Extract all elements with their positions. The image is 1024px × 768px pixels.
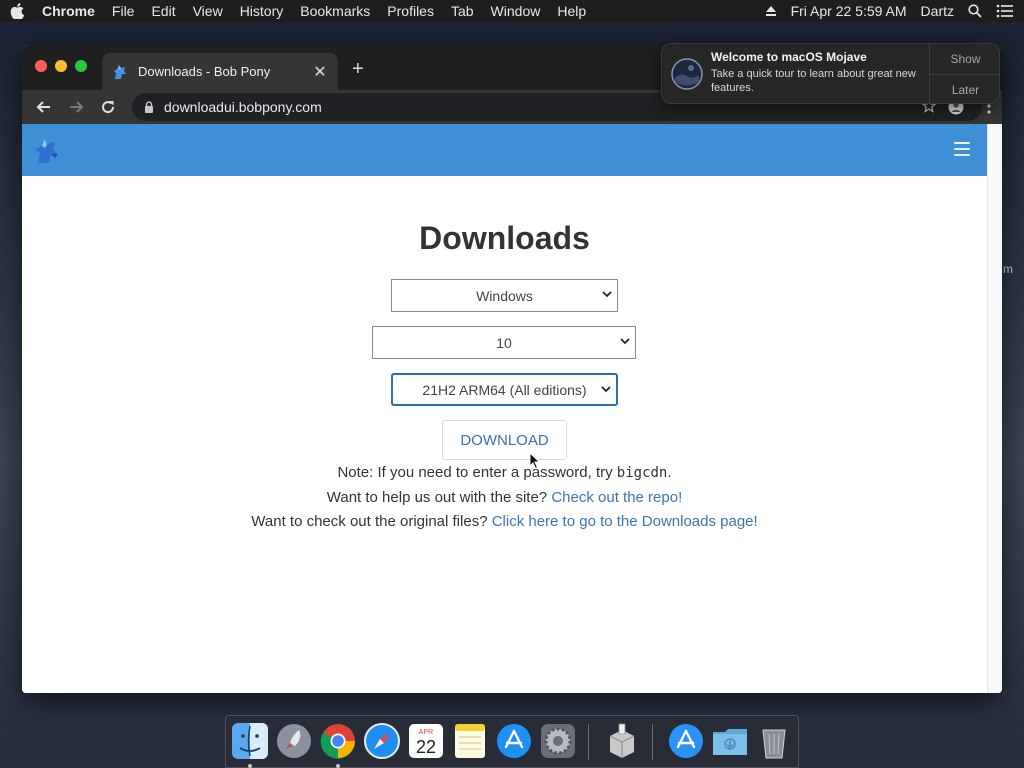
reload-icon (102, 101, 115, 114)
menu-bar: Chrome File Edit View History Bookmarks … (0, 0, 1024, 22)
dock-separator (652, 724, 653, 760)
notification-actions: Show Later (929, 44, 999, 103)
password-note-suffix: . (667, 464, 672, 481)
chrome-running-indicator (336, 764, 340, 768)
tab-downloads[interactable]: Downloads - Bob Pony ✕ (102, 53, 338, 90)
dock: APR 22 (225, 715, 799, 768)
menu-window[interactable]: Window (491, 3, 541, 19)
menu-icon[interactable] (954, 142, 970, 156)
menu-view[interactable]: View (193, 3, 223, 19)
status-area: Fri Apr 22 5:59 AM Dartz (751, 3, 1014, 19)
menu-profiles[interactable]: Profiles (387, 3, 434, 19)
original-note-prefix: Want to check out the original files? (251, 513, 492, 530)
downloads-folder-icon[interactable] (711, 722, 749, 760)
later-button[interactable]: Later (930, 74, 999, 103)
forward-button[interactable] (63, 94, 89, 120)
password-note: Note: If you need to enter a password, t… (22, 464, 987, 481)
calendar-icon[interactable]: APR 22 (407, 722, 445, 760)
chevron-down-icon (602, 291, 612, 298)
minimize-window-button[interactable] (55, 60, 67, 72)
chrome-icon[interactable] (319, 722, 357, 760)
browser-window: Downloads - Bob Pony ✕ + downloadui.bobp… (22, 45, 1002, 693)
zoom-window-button[interactable] (75, 60, 87, 72)
notes-icon[interactable] (451, 722, 489, 760)
calendar-month: APR (419, 729, 433, 736)
menu-help[interactable]: Help (557, 3, 586, 19)
password-value: bigcdn (616, 465, 668, 481)
os-select[interactable]: Windows (391, 279, 618, 312)
dock-separator (588, 724, 589, 760)
arrow-left-icon (36, 101, 50, 113)
close-window-button[interactable] (35, 60, 47, 72)
pony-favicon-icon (114, 64, 126, 79)
show-button[interactable]: Show (930, 44, 999, 74)
mojave-icon (671, 58, 703, 90)
clock[interactable]: Fri Apr 22 5:59 AM (791, 3, 907, 19)
bobpony-logo-icon[interactable] (33, 137, 61, 165)
finder-running-indicator (248, 764, 252, 768)
page-title: Downloads (419, 220, 590, 256)
app-store-icon[interactable] (495, 722, 533, 760)
search-icon[interactable] (968, 4, 982, 18)
back-button[interactable] (31, 94, 57, 120)
repo-link[interactable]: Check out the repo! (551, 489, 682, 506)
close-tab-icon[interactable]: ✕ (312, 64, 328, 81)
menu-bookmarks[interactable]: Bookmarks (300, 3, 370, 19)
arrow-right-icon (70, 101, 84, 113)
user-name[interactable]: Dartz (921, 3, 954, 19)
installer-icon[interactable] (603, 722, 641, 760)
notification-title: Welcome to macOS Mojave (711, 50, 867, 64)
downloads-page-link[interactable]: Click here to go to the Downloads page! (492, 513, 758, 530)
help-note-prefix: Want to help us out with the site? (326, 489, 552, 506)
menu-app-chrome[interactable]: Chrome (42, 3, 95, 19)
menu-tab[interactable]: Tab (451, 3, 474, 19)
apple-icon[interactable] (10, 3, 24, 19)
system-preferences-icon[interactable] (539, 722, 577, 760)
download-button[interactable]: DOWNLOAD (442, 420, 567, 460)
list-icon[interactable] (996, 4, 1014, 18)
menu-history[interactable]: History (240, 3, 284, 19)
menu-file[interactable]: File (112, 3, 135, 19)
trash-icon[interactable] (755, 722, 793, 760)
chevron-down-icon (601, 386, 611, 393)
web-page: Downloads Windows 10 21H2 ARM64 (All edi… (22, 124, 987, 693)
version-select[interactable]: 10 (372, 326, 636, 359)
finder-icon[interactable] (231, 722, 269, 760)
password-note-prefix: Note: If you need to enter a password, t… (337, 464, 617, 481)
desktop-text-fragment: m (1003, 262, 1013, 276)
help-note: Want to help us out with the site? Check… (22, 489, 987, 506)
page-scrollbar[interactable] (987, 124, 1002, 693)
site-header (22, 124, 987, 176)
version-select-value: 10 (496, 334, 512, 351)
mouse-cursor-icon (529, 452, 541, 470)
url-text[interactable]: downloadui.bobpony.com (164, 99, 322, 115)
new-tab-button[interactable]: + (352, 59, 364, 79)
build-select[interactable]: 21H2 ARM64 (All editions) (391, 373, 618, 406)
eject-icon[interactable] (765, 5, 777, 17)
calendar-day: 22 (416, 737, 436, 757)
tab-title: Downloads - Bob Pony (138, 64, 271, 79)
mojave-notification[interactable]: Welcome to macOS Mojave Take a quick tou… (661, 43, 1000, 104)
build-select-value: 21H2 ARM64 (All editions) (422, 381, 587, 398)
reload-button[interactable] (95, 94, 121, 120)
menu-edit[interactable]: Edit (151, 3, 175, 19)
original-files-note: Want to check out the original files? Cl… (22, 513, 987, 530)
os-select-value: Windows (476, 287, 533, 304)
launchpad-icon[interactable] (275, 722, 313, 760)
applications-folder-icon[interactable] (667, 722, 705, 760)
chevron-down-icon (620, 338, 630, 345)
safari-icon[interactable] (363, 722, 401, 760)
notification-body: Take a quick tour to learn about great n… (711, 68, 916, 94)
lock-icon[interactable] (144, 101, 154, 113)
